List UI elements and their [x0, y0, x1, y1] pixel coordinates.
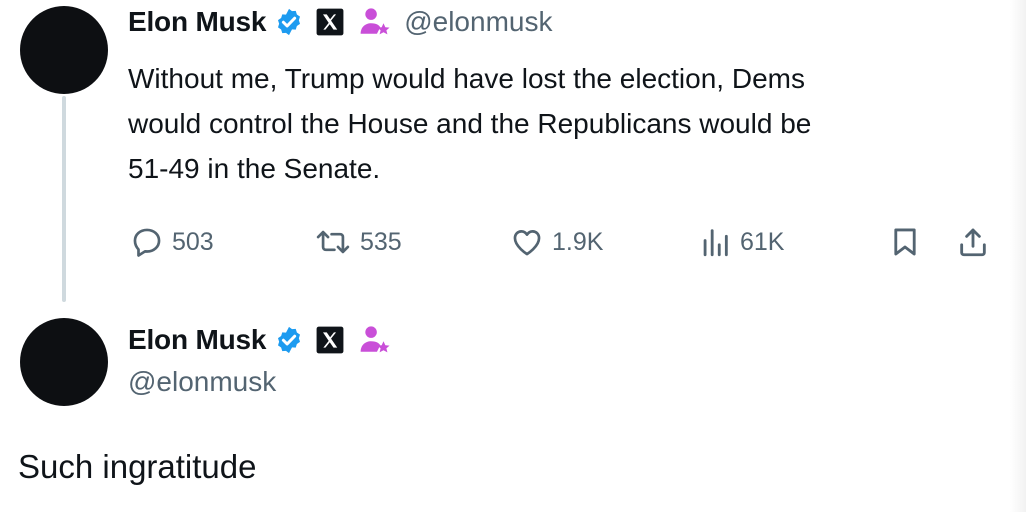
bookmark-icon [888, 225, 922, 259]
tweet-header: Elon Musk @elonmusk [128, 2, 552, 42]
tweet-text-line: 51-49 in the Senate. [128, 153, 381, 184]
x-logo-icon[interactable] [316, 8, 344, 36]
display-name[interactable]: Elon Musk [128, 6, 266, 38]
repost-button[interactable]: 535 [314, 222, 402, 262]
x-logo-icon[interactable] [316, 326, 344, 354]
affiliate-person-icon [358, 324, 392, 356]
reply-count: 503 [172, 227, 214, 256]
avatar[interactable] [20, 318, 108, 406]
heart-icon [510, 225, 544, 259]
views-count: 61K [740, 227, 785, 256]
like-count: 1.9K [552, 227, 604, 256]
tweet-text-line: would control the House and the Republic… [128, 108, 812, 139]
share-button[interactable] [956, 222, 990, 262]
verified-check-icon[interactable] [274, 325, 304, 355]
thread-connector-line [62, 96, 66, 302]
affiliate-person-icon [358, 6, 392, 38]
reply-text: Such ingratitude [18, 448, 257, 485]
page-edge-shadow [1010, 0, 1026, 512]
avatar[interactable] [20, 6, 108, 94]
analytics-bars-icon [698, 225, 732, 259]
user-handle[interactable]: @elonmusk [128, 366, 276, 398]
repost-count: 535 [360, 227, 402, 256]
verified-check-icon[interactable] [274, 7, 304, 37]
reply-button[interactable]: 503 [130, 222, 214, 262]
tweet-text-line: Without me, Trump would have lost the el… [128, 63, 805, 94]
reply-icon [130, 225, 164, 259]
like-button[interactable]: 1.9K [510, 222, 603, 262]
repost-icon [314, 225, 352, 259]
display-name[interactable]: Elon Musk [128, 324, 266, 356]
share-upload-icon [956, 225, 990, 259]
tweet-text: Without me, Trump would have lost the el… [128, 56, 1008, 191]
reply-header: Elon Musk [128, 320, 392, 360]
bookmark-button[interactable] [888, 222, 922, 262]
user-handle[interactable]: @elonmusk [404, 6, 552, 38]
views-button[interactable]: 61K [698, 222, 784, 262]
